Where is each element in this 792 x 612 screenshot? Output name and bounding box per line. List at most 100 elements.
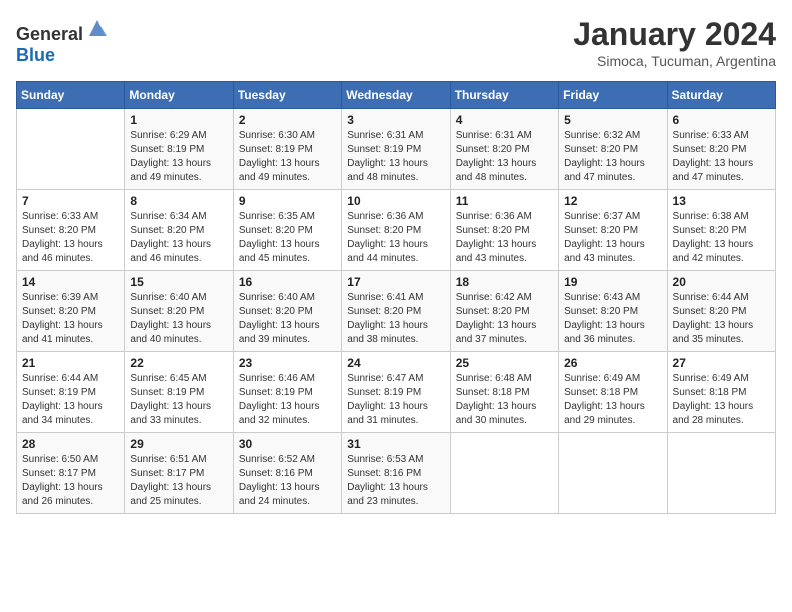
day-number: 2 xyxy=(239,113,336,127)
day-number: 17 xyxy=(347,275,444,289)
calendar-cell: 16 Sunrise: 6:40 AM Sunset: 8:20 PM Dayli… xyxy=(233,271,341,352)
calendar-week-row: 14Sunrise: 6:39 AM Sunset: 8:20 PM Dayli… xyxy=(17,271,776,352)
day-info: Sunrise: 6:43 AM Sunset: 8:20 PM Dayligh… xyxy=(564,291,661,347)
month-title: January 2024 xyxy=(573,16,776,53)
day-info: Sunrise: 6:31 AM Sunset: 8:19 PM Dayligh… xyxy=(347,129,444,185)
day-number: 28 xyxy=(22,437,119,451)
day-info: Sunrise: 6:41 AM Sunset: 8:20 PM Dayligh… xyxy=(347,291,444,347)
calendar-cell: 17 Sunrise: 6:41 AM Sunset: 8:20 PM Dayli… xyxy=(342,271,450,352)
calendar-cell: 15 Sunrise: 6:40 AM Sunset: 8:20 PM Dayli… xyxy=(125,271,233,352)
day-number: 27 xyxy=(673,356,770,370)
day-info: Sunrise: 6:47 AM Sunset: 8:19 PM Dayligh… xyxy=(347,372,444,428)
calendar-cell: 6 Sunrise: 6:33 AM Sunset: 8:20 PM Daylig… xyxy=(667,109,775,190)
calendar-cell: 11 Sunrise: 6:36 AM Sunset: 8:20 PM Dayli… xyxy=(450,190,558,271)
calendar-table: SundayMondayTuesdayWednesdayThursdayFrid… xyxy=(16,81,776,514)
day-number: 24 xyxy=(347,356,444,370)
calendar-cell: 23Sunrise: 6:46 AM Sunset: 8:19 PM Dayli… xyxy=(233,352,341,433)
weekday-header-tuesday: Tuesday xyxy=(233,82,341,109)
day-info: Sunrise: 6:48 AM Sunset: 8:18 PM Dayligh… xyxy=(456,372,553,428)
day-number: 29 xyxy=(130,437,227,451)
calendar-cell: 27 Sunrise: 6:49 AM Sunset: 8:18 PM Dayli… xyxy=(667,352,775,433)
calendar-cell: 22Sunrise: 6:45 AM Sunset: 8:19 PM Dayli… xyxy=(125,352,233,433)
day-info: Sunrise: 6:29 AM Sunset: 8:19 PM Dayligh… xyxy=(130,129,227,185)
day-info: Sunrise: 6:49 AM Sunset: 8:18 PM Dayligh… xyxy=(564,372,661,428)
day-info: Sunrise: 6:33 AM Sunset: 8:20 PM Dayligh… xyxy=(673,129,770,185)
header: General Blue January 2024 Simoca, Tucuma… xyxy=(16,16,776,69)
calendar-cell: 5 Sunrise: 6:32 AM Sunset: 8:20 PM Daylig… xyxy=(559,109,667,190)
calendar-cell: 9Sunrise: 6:35 AM Sunset: 8:20 PM Daylig… xyxy=(233,190,341,271)
calendar-cell: 30 Sunrise: 6:52 AM Sunset: 8:16 PM Dayli… xyxy=(233,433,341,514)
calendar-cell: 20 Sunrise: 6:44 AM Sunset: 8:20 PM Dayli… xyxy=(667,271,775,352)
weekday-header-saturday: Saturday xyxy=(667,82,775,109)
day-number: 20 xyxy=(673,275,770,289)
day-number: 11 xyxy=(456,194,553,208)
day-number: 7 xyxy=(22,194,119,208)
day-info: Sunrise: 6:44 AM Sunset: 8:19 PM Dayligh… xyxy=(22,372,119,428)
day-info: Sunrise: 6:30 AM Sunset: 8:19 PM Dayligh… xyxy=(239,129,336,185)
calendar-cell: 14Sunrise: 6:39 AM Sunset: 8:20 PM Dayli… xyxy=(17,271,125,352)
calendar-cell: 1Sunrise: 6:29 AM Sunset: 8:19 PM Daylig… xyxy=(125,109,233,190)
day-number: 16 xyxy=(239,275,336,289)
calendar-cell: 19Sunrise: 6:43 AM Sunset: 8:20 PM Dayli… xyxy=(559,271,667,352)
weekday-header-wednesday: Wednesday xyxy=(342,82,450,109)
weekday-header-monday: Monday xyxy=(125,82,233,109)
day-info: Sunrise: 6:52 AM Sunset: 8:16 PM Dayligh… xyxy=(239,453,336,509)
calendar-cell xyxy=(17,109,125,190)
day-info: Sunrise: 6:34 AM Sunset: 8:20 PM Dayligh… xyxy=(130,210,227,266)
day-number: 10 xyxy=(347,194,444,208)
calendar-cell: 25 Sunrise: 6:48 AM Sunset: 8:18 PM Dayli… xyxy=(450,352,558,433)
day-number: 9 xyxy=(239,194,336,208)
calendar-cell: 7 Sunrise: 6:33 AM Sunset: 8:20 PM Daylig… xyxy=(17,190,125,271)
day-number: 25 xyxy=(456,356,553,370)
weekday-header-row: SundayMondayTuesdayWednesdayThursdayFrid… xyxy=(17,82,776,109)
calendar-week-row: 7 Sunrise: 6:33 AM Sunset: 8:20 PM Daylig… xyxy=(17,190,776,271)
calendar-cell: 3 Sunrise: 6:31 AM Sunset: 8:19 PM Daylig… xyxy=(342,109,450,190)
calendar-cell: 24 Sunrise: 6:47 AM Sunset: 8:19 PM Dayli… xyxy=(342,352,450,433)
day-number: 31 xyxy=(347,437,444,451)
day-info: Sunrise: 6:31 AM Sunset: 8:20 PM Dayligh… xyxy=(456,129,553,185)
weekday-header-friday: Friday xyxy=(559,82,667,109)
day-number: 6 xyxy=(673,113,770,127)
day-info: Sunrise: 6:40 AM Sunset: 8:20 PM Dayligh… xyxy=(239,291,336,347)
day-info: Sunrise: 6:53 AM Sunset: 8:16 PM Dayligh… xyxy=(347,453,444,509)
day-number: 15 xyxy=(130,275,227,289)
calendar-cell xyxy=(450,433,558,514)
day-number: 5 xyxy=(564,113,661,127)
day-info: Sunrise: 6:45 AM Sunset: 8:19 PM Dayligh… xyxy=(130,372,227,428)
calendar-cell: 31 Sunrise: 6:53 AM Sunset: 8:16 PM Dayli… xyxy=(342,433,450,514)
calendar-cell: 13Sunrise: 6:38 AM Sunset: 8:20 PM Dayli… xyxy=(667,190,775,271)
day-number: 4 xyxy=(456,113,553,127)
day-info: Sunrise: 6:49 AM Sunset: 8:18 PM Dayligh… xyxy=(673,372,770,428)
calendar-week-row: 28 Sunrise: 6:50 AM Sunset: 8:17 PM Dayli… xyxy=(17,433,776,514)
day-number: 12 xyxy=(564,194,661,208)
day-info: Sunrise: 6:40 AM Sunset: 8:20 PM Dayligh… xyxy=(130,291,227,347)
calendar-week-row: 1Sunrise: 6:29 AM Sunset: 8:19 PM Daylig… xyxy=(17,109,776,190)
logo: General Blue xyxy=(16,16,109,66)
logo-general-text: General xyxy=(16,24,83,44)
day-number: 3 xyxy=(347,113,444,127)
day-info: Sunrise: 6:33 AM Sunset: 8:20 PM Dayligh… xyxy=(22,210,119,266)
day-number: 21 xyxy=(22,356,119,370)
weekday-header-sunday: Sunday xyxy=(17,82,125,109)
calendar-cell: 18Sunrise: 6:42 AM Sunset: 8:20 PM Dayli… xyxy=(450,271,558,352)
calendar-cell xyxy=(559,433,667,514)
location-subtitle: Simoca, Tucuman, Argentina xyxy=(573,53,776,69)
day-info: Sunrise: 6:36 AM Sunset: 8:20 PM Dayligh… xyxy=(347,210,444,266)
day-number: 30 xyxy=(239,437,336,451)
day-number: 14 xyxy=(22,275,119,289)
day-info: Sunrise: 6:36 AM Sunset: 8:20 PM Dayligh… xyxy=(456,210,553,266)
day-info: Sunrise: 6:50 AM Sunset: 8:17 PM Dayligh… xyxy=(22,453,119,509)
logo-icon xyxy=(85,16,109,40)
day-info: Sunrise: 6:38 AM Sunset: 8:20 PM Dayligh… xyxy=(673,210,770,266)
calendar-cell: 2 Sunrise: 6:30 AM Sunset: 8:19 PM Daylig… xyxy=(233,109,341,190)
day-info: Sunrise: 6:51 AM Sunset: 8:17 PM Dayligh… xyxy=(130,453,227,509)
day-info: Sunrise: 6:32 AM Sunset: 8:20 PM Dayligh… xyxy=(564,129,661,185)
calendar-cell: 10 Sunrise: 6:36 AM Sunset: 8:20 PM Dayli… xyxy=(342,190,450,271)
calendar-cell: 4 Sunrise: 6:31 AM Sunset: 8:20 PM Daylig… xyxy=(450,109,558,190)
logo-blue-text: Blue xyxy=(16,45,55,65)
calendar-week-row: 21 Sunrise: 6:44 AM Sunset: 8:19 PM Dayli… xyxy=(17,352,776,433)
day-info: Sunrise: 6:44 AM Sunset: 8:20 PM Dayligh… xyxy=(673,291,770,347)
day-info: Sunrise: 6:42 AM Sunset: 8:20 PM Dayligh… xyxy=(456,291,553,347)
calendar-cell: 8Sunrise: 6:34 AM Sunset: 8:20 PM Daylig… xyxy=(125,190,233,271)
title-area: January 2024 Simoca, Tucuman, Argentina xyxy=(573,16,776,69)
